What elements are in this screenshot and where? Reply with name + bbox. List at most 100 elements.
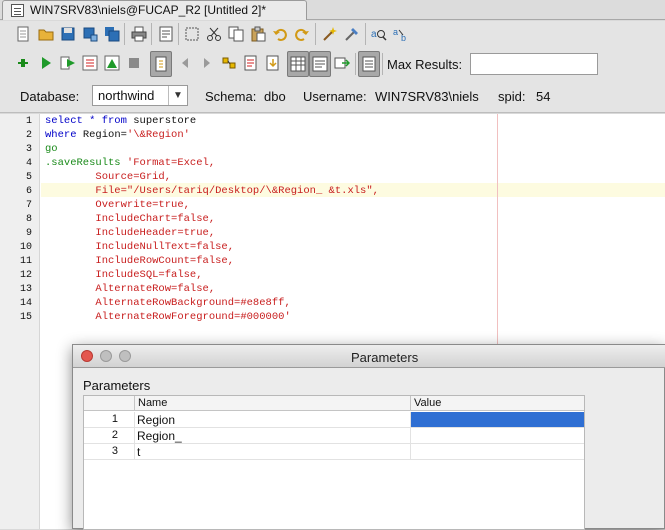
parameter-value-input[interactable] xyxy=(410,444,584,459)
line-number: 6 xyxy=(25,186,32,197)
dialog-title: Parameters xyxy=(351,350,419,365)
code-line: .saveResults 'Format=Excel, xyxy=(45,157,215,169)
line-number: 15 xyxy=(19,312,32,323)
code-keyword: where xyxy=(45,129,77,141)
code-line: AlternateRowBackground=#e8e8ff, xyxy=(45,297,291,309)
code-line: select * from superstore xyxy=(45,115,196,127)
zoom-button[interactable] xyxy=(119,350,131,362)
grid-results-icon[interactable] xyxy=(287,51,309,77)
code-line: IncludeHeader=true, xyxy=(45,227,216,239)
chain-icon[interactable] xyxy=(218,52,240,74)
history-icon[interactable] xyxy=(358,51,380,77)
line-number: 5 xyxy=(25,172,32,183)
line-number: 9 xyxy=(25,228,32,239)
import-icon[interactable] xyxy=(262,52,284,74)
max-results-input[interactable] xyxy=(470,53,598,75)
redo-icon[interactable] xyxy=(291,23,313,45)
line-number: 11 xyxy=(19,256,32,267)
minimize-button[interactable] xyxy=(100,350,112,362)
script-icon[interactable] xyxy=(240,52,262,74)
table-row[interactable]: 1 Region xyxy=(84,412,584,428)
line-number: 10 xyxy=(19,242,32,253)
wand-icon[interactable] xyxy=(319,23,341,45)
table-row[interactable]: 2 Region_ xyxy=(84,428,584,444)
save-as-icon[interactable] xyxy=(79,23,101,45)
parameter-value-input[interactable] xyxy=(410,412,584,427)
text-results-icon[interactable] xyxy=(309,51,331,77)
line-number-gutter: 1 2 3 4 5 6 7 8 9 10 11 12 13 14 15 xyxy=(0,114,40,529)
save-all-icon[interactable] xyxy=(101,23,123,45)
column-divider xyxy=(134,428,135,443)
column-divider xyxy=(134,444,135,459)
row-number: 2 xyxy=(111,429,118,441)
svg-text:b: b xyxy=(401,33,406,42)
save-icon[interactable] xyxy=(57,23,79,45)
dropdown-arrow-icon: ▼ xyxy=(168,86,187,105)
svg-text:a: a xyxy=(371,29,377,40)
run-icon[interactable] xyxy=(35,52,57,74)
column-header-name[interactable]: Name xyxy=(138,397,167,409)
code-line: Overwrite=true, xyxy=(45,199,190,211)
code-line: Source=Grid, xyxy=(45,171,172,183)
new-file-icon[interactable] xyxy=(12,23,34,45)
code-string: '\&Region' xyxy=(126,129,190,141)
code-line: IncludeRowCount=false, xyxy=(45,255,235,267)
line-number: 7 xyxy=(25,200,32,211)
copy-icon[interactable] xyxy=(225,23,247,45)
row-number: 1 xyxy=(111,413,118,425)
table-header: Name Value xyxy=(84,396,584,411)
select-icon[interactable] xyxy=(181,23,203,45)
parameters-dialog: Parameters Parameters Name Value 1 Regio… xyxy=(72,344,665,530)
database-select[interactable]: northwind ▼ xyxy=(92,85,188,106)
cut-icon[interactable] xyxy=(203,23,225,45)
forward-icon[interactable] xyxy=(196,52,218,74)
find-icon[interactable]: a xyxy=(368,23,390,45)
svg-text:a: a xyxy=(393,27,398,37)
line-number: 3 xyxy=(25,144,32,155)
properties-icon[interactable] xyxy=(155,23,177,45)
code-text: superstore xyxy=(126,115,197,127)
export-icon[interactable] xyxy=(331,52,353,74)
column-divider xyxy=(410,396,411,411)
parameter-value-input[interactable] xyxy=(410,428,584,443)
undo-icon[interactable] xyxy=(269,23,291,45)
table-row[interactable]: 3 t xyxy=(84,444,584,460)
toolbar-separator xyxy=(365,23,366,45)
parameter-name: Region_ xyxy=(137,429,182,443)
close-button[interactable] xyxy=(81,350,93,362)
explain-icon[interactable] xyxy=(79,52,101,74)
editor-tab[interactable]: WIN7SRV83\niels@FUCAP_R2 [Untitled 2]* xyxy=(2,0,307,20)
replace-icon[interactable]: ab xyxy=(390,23,412,45)
main-toolbar: a ab xyxy=(0,21,665,48)
print-icon[interactable] xyxy=(128,23,150,45)
line-number: 1 xyxy=(25,116,32,127)
connect-icon[interactable] xyxy=(12,52,34,74)
commit-toggle-icon[interactable] xyxy=(150,51,172,77)
code-line: IncludeSQL=false, xyxy=(45,269,203,281)
line-number: 14 xyxy=(19,298,32,309)
tab-bar: WIN7SRV83\niels@FUCAP_R2 [Untitled 2]* xyxy=(0,0,665,20)
paste-icon[interactable] xyxy=(247,23,269,45)
stop-icon[interactable] xyxy=(123,52,145,74)
schema-value: dbo xyxy=(264,89,286,104)
back-icon[interactable] xyxy=(174,52,196,74)
right-margin-line xyxy=(497,114,498,344)
line-number: 4 xyxy=(25,158,32,169)
database-value: northwind xyxy=(98,88,155,103)
toolbar-separator xyxy=(151,23,152,45)
dialog-titlebar[interactable]: Parameters xyxy=(73,345,665,368)
explain-plan-icon[interactable] xyxy=(101,52,123,74)
run-selection-icon[interactable] xyxy=(57,52,79,74)
code-keyword: select * from xyxy=(45,115,127,127)
code-line: IncludeChart=false, xyxy=(45,213,216,225)
code-line: File="/Users/tariq/Desktop/\&Region_ &t.… xyxy=(45,185,379,197)
spid-label: spid: xyxy=(498,89,526,104)
line-number: 8 xyxy=(25,214,32,225)
database-label: Database: xyxy=(20,89,80,104)
open-folder-icon[interactable] xyxy=(35,23,57,45)
column-header-value[interactable]: Value xyxy=(414,397,441,409)
document-icon xyxy=(11,4,24,17)
toolbar-separator xyxy=(382,53,383,75)
line-number: 2 xyxy=(25,130,32,141)
format-icon[interactable] xyxy=(341,23,363,45)
